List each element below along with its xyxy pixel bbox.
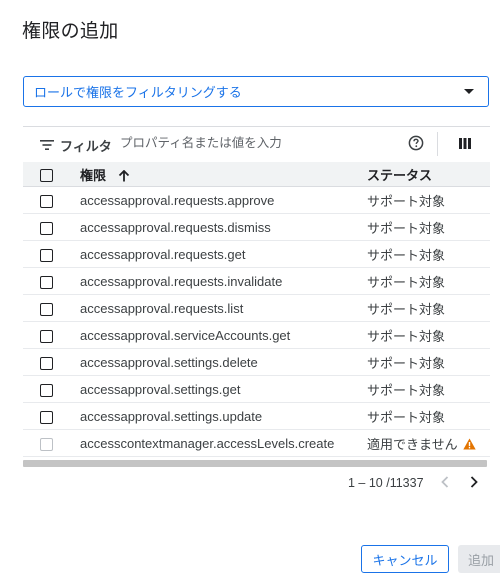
filter-bar: フィルタ	[23, 126, 490, 161]
permission-name: accessapproval.settings.update	[80, 402, 367, 430]
status-text: サポート対象	[367, 267, 490, 295]
permission-name: accessapproval.settings.delete	[80, 348, 367, 376]
row-checkbox-disabled	[40, 437, 53, 451]
permission-name: accessapproval.requests.dismiss	[80, 213, 367, 241]
dialog-title: 権限の追加	[22, 21, 119, 42]
permission-name: accessapproval.requests.get	[80, 240, 367, 268]
row-checkbox[interactable]	[40, 356, 53, 370]
row-checkbox[interactable]	[40, 221, 53, 235]
horizontal-scrollbar[interactable]	[23, 460, 487, 467]
permission-column-label: 権限	[80, 167, 107, 183]
permission-name: accessapproval.requests.approve	[80, 186, 367, 214]
status-text: サポート対象	[367, 375, 490, 403]
row-checkbox[interactable]	[40, 194, 53, 208]
permission-name: accesscontextmanager.accessLevels.create	[80, 429, 367, 457]
cancel-button[interactable]: キャンセル	[361, 545, 449, 573]
permission-name: accessapproval.serviceAccounts.get	[80, 321, 367, 349]
dropdown-arrow-icon	[464, 89, 474, 94]
table-row[interactable]: accessapproval.settings.update サポート対象	[23, 402, 490, 430]
status-text: サポート対象	[367, 402, 490, 430]
permission-name: accessapproval.requests.list	[80, 294, 367, 322]
warning-icon	[462, 438, 476, 449]
filter-label: フィルタ	[60, 139, 112, 154]
filter-input[interactable]	[120, 132, 390, 154]
toolbar-divider	[437, 132, 438, 156]
status-cell: 適用できません	[367, 429, 490, 457]
status-text: サポート対象	[367, 321, 490, 349]
status-text: サポート対象	[367, 240, 490, 268]
add-button: 追加	[458, 545, 500, 573]
status-text: サポート対象	[367, 294, 490, 322]
column-display-icon[interactable]	[459, 138, 471, 149]
role-filter-label: ロールで権限をフィルタリングする	[34, 85, 242, 100]
status-text: 適用できません	[367, 436, 458, 452]
row-checkbox[interactable]	[40, 275, 53, 289]
table-row[interactable]: accessapproval.requests.approve サポート対象	[23, 186, 490, 214]
table-row[interactable]: accessapproval.requests.get サポート対象	[23, 240, 490, 268]
status-text: サポート対象	[367, 186, 490, 214]
filter-lines-icon[interactable]	[40, 139, 54, 151]
row-checkbox[interactable]	[40, 329, 53, 343]
permission-column-header[interactable]: 権限	[80, 162, 367, 187]
role-filter-select[interactable]: ロールで権限をフィルタリングする	[23, 76, 489, 107]
pagination-range: 1 – 10 /11337	[348, 476, 424, 490]
table-row[interactable]: accessapproval.requests.list サポート対象	[23, 294, 490, 322]
chevron-left-icon	[441, 476, 449, 488]
status-column-header[interactable]: ステータス	[367, 162, 490, 187]
table-row[interactable]: accessapproval.settings.get サポート対象	[23, 375, 490, 403]
table-row[interactable]: accessapproval.serviceAccounts.get サポート対…	[23, 321, 490, 349]
select-all-cell	[23, 162, 80, 187]
select-all-checkbox[interactable]	[40, 168, 53, 182]
table-header-row: 権限 ステータス	[23, 162, 490, 187]
row-checkbox[interactable]	[40, 410, 53, 424]
permissions-table: 権限 ステータス accessapproval.requests.approve…	[23, 162, 490, 457]
chevron-right-icon[interactable]	[469, 476, 479, 488]
row-checkbox[interactable]	[40, 302, 53, 316]
permission-name: accessapproval.settings.get	[80, 375, 367, 403]
row-checkbox[interactable]	[40, 383, 53, 397]
table-row[interactable]: accessapproval.requests.dismiss サポート対象	[23, 213, 490, 241]
table-row[interactable]: accessapproval.requests.invalidate サポート対…	[23, 267, 490, 295]
status-text: サポート対象	[367, 348, 490, 376]
help-circle-icon[interactable]	[408, 135, 424, 151]
row-checkbox[interactable]	[40, 248, 53, 262]
sort-ascending-icon	[118, 170, 129, 182]
table-row[interactable]: accessapproval.settings.delete サポート対象	[23, 348, 490, 376]
status-text: サポート対象	[367, 213, 490, 241]
permission-name: accessapproval.requests.invalidate	[80, 267, 367, 295]
table-row: accesscontextmanager.accessLevels.create…	[23, 429, 490, 457]
